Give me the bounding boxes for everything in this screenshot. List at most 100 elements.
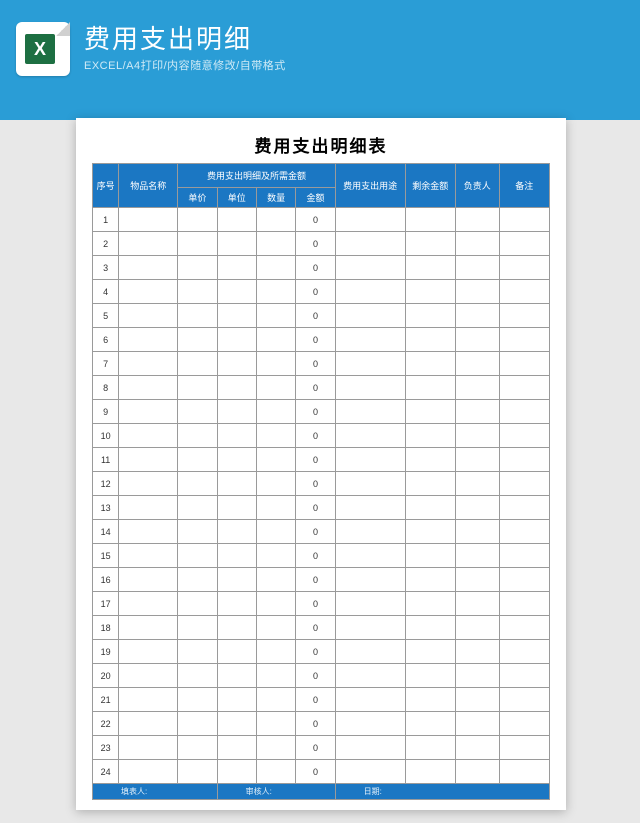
cell-empty xyxy=(217,352,256,376)
cell-empty xyxy=(335,280,405,304)
col-name: 物品名称 xyxy=(119,164,178,208)
cell-empty xyxy=(335,400,405,424)
cell-seq: 10 xyxy=(93,424,119,448)
cell-empty xyxy=(405,544,455,568)
table-row: 70 xyxy=(93,352,550,376)
cell-empty xyxy=(499,304,549,328)
cell-empty xyxy=(405,328,455,352)
cell-empty xyxy=(256,424,295,448)
cell-empty xyxy=(335,736,405,760)
cell-empty xyxy=(499,328,549,352)
table-row: 160 xyxy=(93,568,550,592)
cell-empty xyxy=(405,400,455,424)
cell-empty xyxy=(178,688,217,712)
cell-empty xyxy=(499,568,549,592)
cell-empty xyxy=(405,736,455,760)
footer-filler: 填表人: xyxy=(93,784,218,800)
cell-amount: 0 xyxy=(296,472,335,496)
cell-empty xyxy=(178,376,217,400)
cell-empty xyxy=(455,592,499,616)
cell-empty xyxy=(119,352,178,376)
cell-amount: 0 xyxy=(296,208,335,232)
cell-empty xyxy=(217,304,256,328)
cell-empty xyxy=(335,568,405,592)
cell-empty xyxy=(256,376,295,400)
cell-amount: 0 xyxy=(296,712,335,736)
table-row: 140 xyxy=(93,520,550,544)
cell-empty xyxy=(178,256,217,280)
table-row: 240 xyxy=(93,760,550,784)
cell-empty xyxy=(405,664,455,688)
table-row: 210 xyxy=(93,688,550,712)
title-block: 费用支出明细 EXCEL/A4打印/内容随意修改/自带格式 xyxy=(84,25,286,74)
cell-empty xyxy=(499,448,549,472)
cell-empty xyxy=(499,424,549,448)
col-use: 费用支出用途 xyxy=(335,164,405,208)
cell-empty xyxy=(178,328,217,352)
cell-empty xyxy=(405,448,455,472)
document-title: 费用支出明细表 xyxy=(92,132,550,157)
cell-empty xyxy=(455,544,499,568)
cell-seq: 14 xyxy=(93,520,119,544)
cell-empty xyxy=(256,760,295,784)
cell-empty xyxy=(455,304,499,328)
cell-empty xyxy=(217,496,256,520)
cell-empty xyxy=(335,208,405,232)
cell-empty xyxy=(405,760,455,784)
col-balance: 剩余金额 xyxy=(405,164,455,208)
cell-empty xyxy=(119,688,178,712)
cell-empty xyxy=(335,760,405,784)
expense-table: 序号 物品名称 费用支出明细及所需金额 费用支出用途 剩余金额 负责人 备注 单… xyxy=(92,163,550,800)
cell-empty xyxy=(405,496,455,520)
cell-empty xyxy=(178,592,217,616)
cell-empty xyxy=(335,712,405,736)
cell-empty xyxy=(405,616,455,640)
cell-empty xyxy=(455,664,499,688)
cell-empty xyxy=(119,208,178,232)
cell-seq: 17 xyxy=(93,592,119,616)
cell-empty xyxy=(256,688,295,712)
cell-empty xyxy=(499,352,549,376)
cell-empty xyxy=(119,544,178,568)
cell-empty xyxy=(178,472,217,496)
cell-empty xyxy=(178,208,217,232)
table-row: 40 xyxy=(93,280,550,304)
cell-empty xyxy=(335,664,405,688)
page-title: 费用支出明细 xyxy=(84,25,286,54)
cell-empty xyxy=(217,544,256,568)
cell-empty xyxy=(455,640,499,664)
col-seq: 序号 xyxy=(93,164,119,208)
cell-empty xyxy=(256,256,295,280)
cell-empty xyxy=(217,280,256,304)
cell-empty xyxy=(405,208,455,232)
cell-amount: 0 xyxy=(296,568,335,592)
cell-empty xyxy=(178,736,217,760)
cell-amount: 0 xyxy=(296,352,335,376)
cell-empty xyxy=(405,640,455,664)
cell-empty xyxy=(335,640,405,664)
page-subtitle: EXCEL/A4打印/内容随意修改/自带格式 xyxy=(84,57,286,73)
col-note: 备注 xyxy=(499,164,549,208)
cell-empty xyxy=(119,424,178,448)
cell-empty xyxy=(178,400,217,424)
cell-seq: 21 xyxy=(93,688,119,712)
cell-empty xyxy=(217,208,256,232)
cell-empty xyxy=(217,664,256,688)
cell-empty xyxy=(499,592,549,616)
cell-amount: 0 xyxy=(296,496,335,520)
cell-amount: 0 xyxy=(296,304,335,328)
cell-empty xyxy=(455,496,499,520)
cell-seq: 4 xyxy=(93,280,119,304)
cell-seq: 8 xyxy=(93,376,119,400)
cell-empty xyxy=(335,520,405,544)
cell-empty xyxy=(499,472,549,496)
cell-amount: 0 xyxy=(296,400,335,424)
cell-empty xyxy=(335,328,405,352)
cell-empty xyxy=(119,664,178,688)
cell-empty xyxy=(178,520,217,544)
cell-empty xyxy=(455,280,499,304)
table-row: 170 xyxy=(93,592,550,616)
cell-empty xyxy=(217,568,256,592)
cell-empty xyxy=(499,712,549,736)
cell-empty xyxy=(405,256,455,280)
